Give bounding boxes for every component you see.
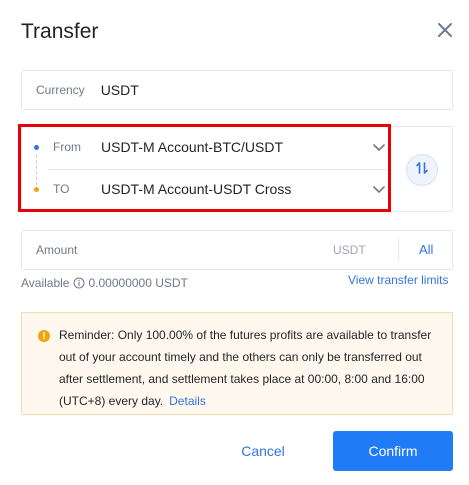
account-selector: From USDT-M Account-BTC/USDT TO USDT-M A… [21, 126, 453, 212]
available-label: Available [21, 276, 70, 290]
to-account-select[interactable]: TO USDT-M Account-USDT Cross [22, 169, 392, 209]
info-icon[interactable] [73, 277, 85, 289]
currency-value: USDT [100, 82, 139, 98]
warning-icon [38, 329, 50, 342]
amount-separator [398, 239, 399, 261]
to-label: TO [53, 182, 70, 196]
reminder-text: Reminder: Only 100.00% of the futures pr… [59, 324, 449, 412]
all-button[interactable]: All [419, 242, 433, 257]
reminder-box: Reminder: Only 100.00% of the futures pr… [21, 312, 453, 415]
to-dot [34, 186, 39, 192]
dialog-title: Transfer [21, 20, 99, 43]
available-balance: Available 0.00000000 USDT [21, 276, 188, 290]
amount-input[interactable] [22, 231, 322, 269]
swap-icon [415, 161, 429, 180]
from-account-value: USDT-M Account-BTC/USDT [101, 139, 284, 155]
amount-field: USDT All [21, 230, 453, 270]
to-account-value: USDT-M Account-USDT Cross [101, 181, 292, 197]
from-dot [34, 144, 39, 150]
view-transfer-limits-link[interactable]: View transfer limits [348, 273, 448, 287]
chevron-down-icon [372, 140, 386, 154]
details-link[interactable]: Details [169, 394, 206, 408]
available-value: 0.00000000 USDT [88, 276, 188, 290]
currency-label: Currency [36, 83, 85, 97]
amount-unit: USDT [333, 243, 366, 257]
swap-button[interactable] [406, 154, 438, 186]
confirm-button[interactable]: Confirm [333, 431, 453, 471]
chevron-down-icon [372, 182, 386, 196]
from-account-select[interactable]: From USDT-M Account-BTC/USDT [22, 127, 392, 167]
cancel-button[interactable]: Cancel [218, 432, 308, 470]
reminder-body: Reminder: Only 100.00% of the futures pr… [59, 328, 432, 408]
currency-field[interactable]: Currency USDT [21, 70, 453, 110]
close-icon[interactable] [433, 18, 457, 42]
from-label: From [53, 140, 81, 154]
